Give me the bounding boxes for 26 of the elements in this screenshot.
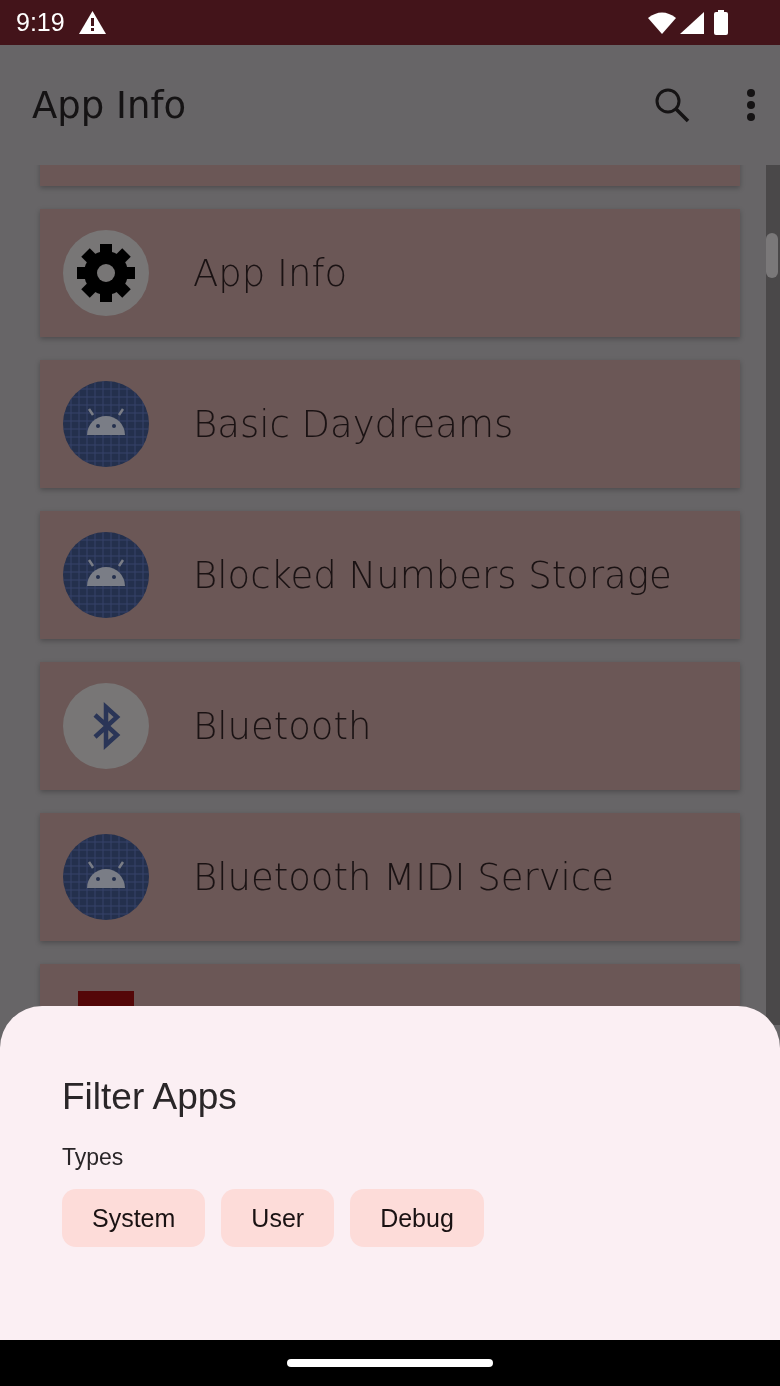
scrollbar-thumb[interactable] xyxy=(766,233,778,278)
android-icon xyxy=(63,834,149,920)
bluetooth-icon xyxy=(63,683,149,769)
warning-icon xyxy=(78,11,106,34)
wifi-icon xyxy=(648,11,676,34)
search-icon[interactable] xyxy=(654,87,690,123)
home-handle[interactable] xyxy=(287,1359,493,1367)
filter-chip[interactable]: User xyxy=(221,1189,335,1247)
filter-chip[interactable]: System xyxy=(62,1189,206,1247)
battery-icon xyxy=(714,10,728,35)
app-title: App Info xyxy=(32,83,188,127)
app-card[interactable]: Basic Daydreams xyxy=(40,360,740,488)
app-card[interactable] xyxy=(40,964,740,1006)
sheet-title: Filter Apps xyxy=(62,1075,238,1119)
android-icon xyxy=(63,532,149,618)
app-card[interactable]: Blocked Numbers Storage xyxy=(40,511,740,639)
android-icon xyxy=(63,381,149,467)
app-card[interactable]: Bluetooth MIDI Service xyxy=(40,813,740,941)
gear-icon xyxy=(63,230,149,316)
more-options-icon[interactable] xyxy=(746,89,756,121)
app-card[interactable]: App Info xyxy=(40,209,740,337)
app-card[interactable]: Bluetooth xyxy=(40,662,740,790)
signal-icon xyxy=(680,11,704,34)
status-time: 9:19 xyxy=(16,8,65,37)
section-label: Types xyxy=(62,1144,125,1171)
filter-chip[interactable]: Debug xyxy=(350,1189,484,1247)
